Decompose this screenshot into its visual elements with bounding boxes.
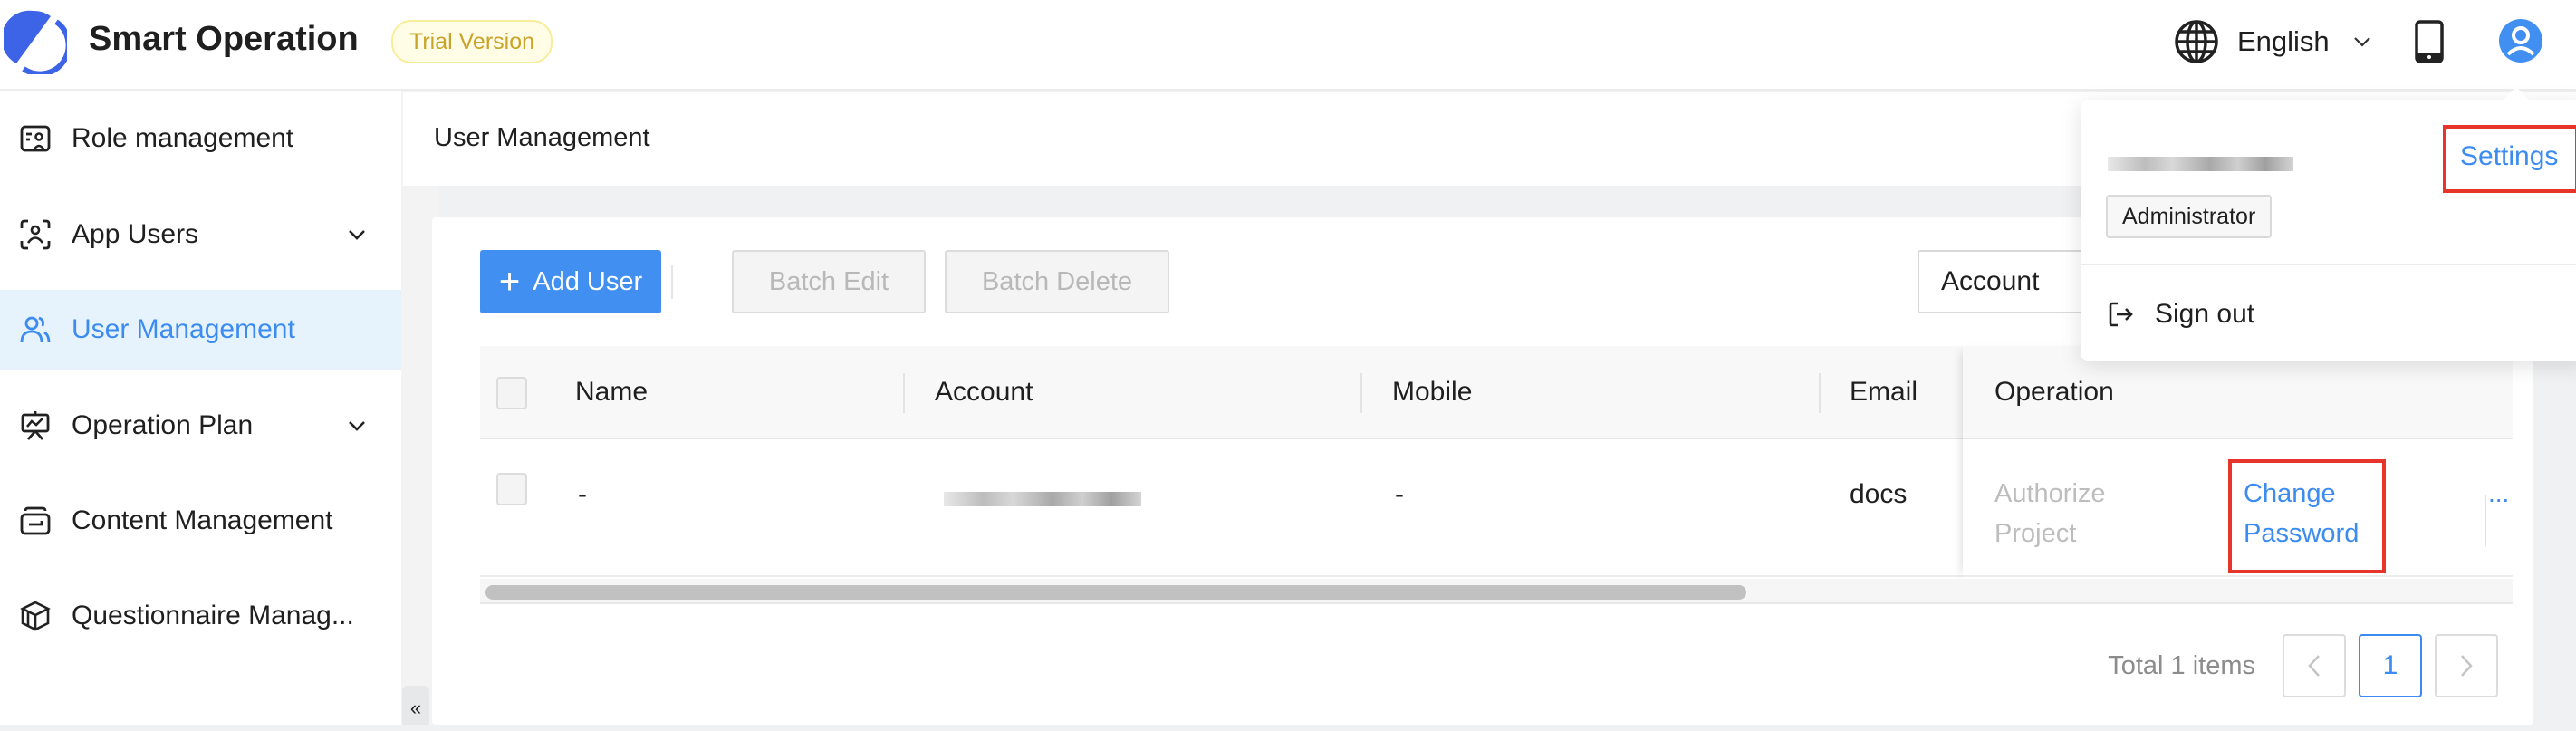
popover-arrow	[2504, 87, 2529, 100]
batch-delete-button[interactable]: Batch Delete	[945, 250, 1169, 313]
sidebar-item-label: Role management	[72, 123, 294, 153]
sidebar-item-content-management[interactable]: Content Management	[0, 481, 401, 561]
toolbar-divider	[671, 265, 673, 299]
cell-account-redacted	[944, 492, 1141, 506]
globe-icon	[2175, 20, 2218, 63]
sidebar-item-user-management[interactable]: User Management	[0, 290, 401, 370]
sidebar-item-app-users[interactable]: App Users	[0, 195, 401, 274]
presentation-board-icon	[21, 411, 50, 440]
chevron-down-icon	[349, 421, 365, 431]
settings-highlight	[2443, 125, 2576, 193]
cell-name: -	[578, 479, 587, 509]
chevron-left-icon	[2308, 655, 2320, 677]
total-items: Total 1 items	[2108, 650, 2255, 680]
batch-edit-button[interactable]: Batch Edit	[732, 250, 926, 313]
language-label: English	[2237, 25, 2330, 57]
authorize-project-link[interactable]: Authorize Project	[1994, 474, 2176, 553]
horizontal-scrollbar[interactable]	[480, 579, 2513, 604]
sidebar: Role management App Users User Managemen…	[0, 91, 401, 725]
page-button-1[interactable]: 1	[2359, 634, 2422, 697]
cell-mobile: -	[1395, 479, 1404, 509]
plus-icon: +	[498, 262, 521, 302]
sign-out-label: Sign out	[2155, 299, 2255, 329]
sign-out-icon	[2109, 302, 2133, 327]
sign-out-button[interactable]: Sign out	[2108, 292, 2254, 337]
page-title: User Management	[434, 123, 650, 152]
user-menu-dropdown: Settings Administrator Sign out	[2081, 100, 2576, 361]
sidebar-item-questionnaire-management[interactable]: Questionnaire Manag...	[0, 576, 401, 656]
operation-divider	[2485, 495, 2486, 546]
column-header-email: Email	[1850, 377, 1918, 407]
cell-email: docs	[1850, 479, 1908, 509]
sidebar-item-label: Operation Plan	[72, 410, 254, 440]
sidebar-item-role-management[interactable]: Role management	[0, 99, 401, 178]
chevron-right-icon	[2461, 655, 2473, 677]
add-user-button[interactable]: + Add User	[480, 250, 661, 313]
users-icon	[20, 316, 51, 343]
select-all-checkbox[interactable]	[496, 377, 527, 409]
inbox-tray-icon	[20, 506, 51, 535]
chevron-down-icon	[2353, 37, 2370, 47]
scrollbar-thumb[interactable]	[485, 585, 1746, 600]
column-divider	[903, 373, 905, 413]
app-title: Smart Operation	[89, 20, 359, 58]
prev-page-button[interactable]	[2283, 634, 2346, 697]
sidebar-item-label: User Management	[72, 314, 295, 344]
mobile-phone-icon[interactable]	[2415, 20, 2444, 63]
column-header-name: Name	[575, 377, 649, 407]
column-divider	[1819, 373, 1821, 413]
more-actions-button[interactable]: ...	[2488, 479, 2509, 508]
column-header-mobile: Mobile	[1392, 377, 1473, 407]
change-password-highlight	[2228, 459, 2386, 573]
app-logo-icon	[4, 10, 67, 74]
column-header-operation: Operation	[1994, 377, 2114, 407]
trial-version-badge: Trial Version	[391, 20, 553, 63]
row-checkbox[interactable]	[496, 473, 527, 505]
sidebar-item-operation-plan[interactable]: Operation Plan	[0, 386, 401, 466]
role-tag: Administrator	[2106, 195, 2273, 238]
user-avatar-icon[interactable]	[2498, 18, 2543, 63]
role-card-icon	[20, 125, 51, 152]
chevron-down-icon	[349, 230, 365, 240]
username-redacted	[2108, 150, 2293, 178]
column-header-account: Account	[935, 377, 1033, 407]
sidebar-item-label: App Users	[72, 219, 199, 249]
operation-column: Operation Authorize Project Change Passw…	[1963, 346, 2513, 579]
sidebar-item-label: Questionnaire Manag...	[72, 601, 354, 630]
face-scan-user-icon	[20, 219, 51, 250]
menu-divider	[2081, 264, 2576, 265]
pagination: Total 1 items 1	[2108, 634, 2498, 697]
sidebar-item-label: Content Management	[72, 505, 333, 535]
language-selector[interactable]: English	[2174, 18, 2371, 65]
next-page-button[interactable]	[2435, 634, 2498, 697]
add-user-label: Add User	[533, 266, 643, 296]
sidebar-collapse-button[interactable]: «	[402, 686, 429, 725]
column-divider	[1360, 373, 1362, 413]
username-blur	[2108, 157, 2293, 171]
operation-cell: Authorize Project Change Password ...	[1963, 441, 2513, 577]
top-header: Smart Operation Trial Version English	[0, 0, 2576, 91]
cube-icon	[20, 601, 51, 631]
